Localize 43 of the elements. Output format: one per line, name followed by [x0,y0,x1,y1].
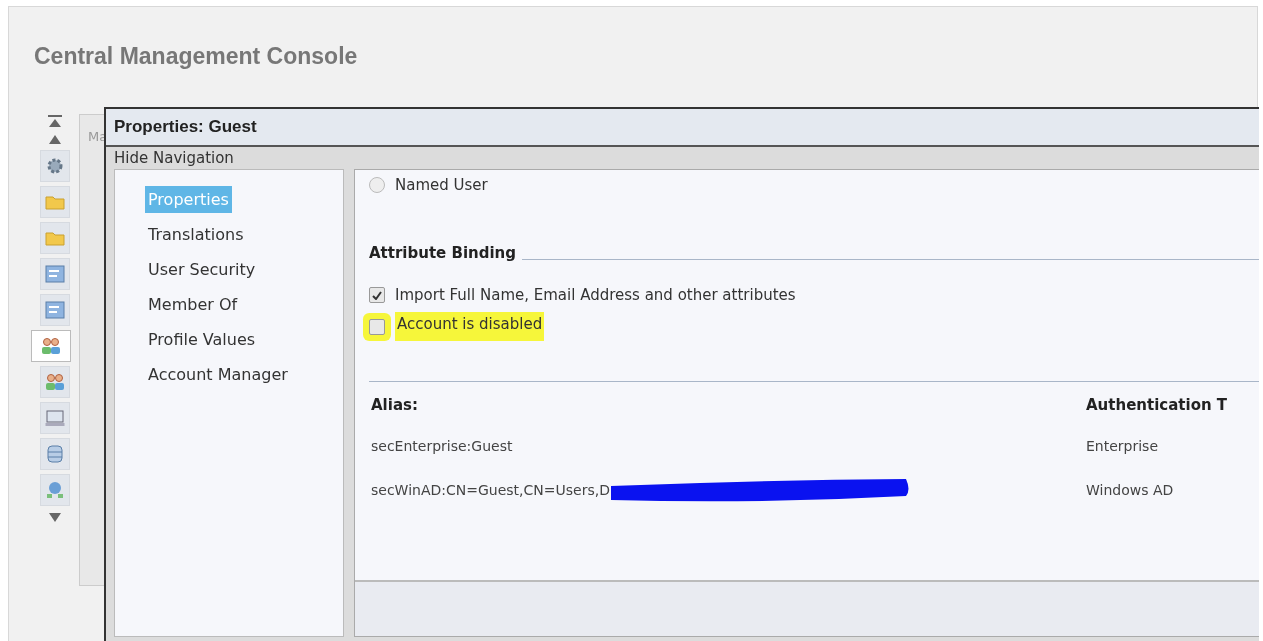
radio-button[interactable] [369,177,385,193]
report-icon [45,265,65,283]
folder-icon [45,194,65,210]
sidebar-icon-button[interactable] [40,222,70,254]
column-header: Authentication T [1086,396,1229,414]
sidebar-icon-button[interactable] [40,438,70,470]
checkmark-icon [372,290,382,300]
database-icon [46,444,64,464]
scroll-down-icon[interactable] [47,510,63,524]
checkbox-label: Import Full Name, Email Address and other attributes [395,286,796,304]
alias-text: secWinAD:CN=Guest,CN=Users,D [371,482,610,498]
sidebar-icon-button[interactable] [40,474,70,506]
radio-label: Named User [395,176,488,194]
sidebar-icon-button[interactable] [40,294,70,326]
monitor-icon [45,409,65,427]
sidebar-icon-button[interactable] [40,150,70,182]
network-icon [45,481,65,499]
alias-text: secEnterprise:Guest [371,438,513,454]
users-icon [40,337,62,355]
scroll-top-icon[interactable] [47,114,63,128]
checkbox[interactable] [369,287,385,303]
dialog-title: Properties: Guest [114,117,257,137]
nav-item[interactable]: Profile Values [145,326,259,353]
gear-icon [45,156,65,176]
hide-navigation-link[interactable]: Hide Navigation [106,147,1259,169]
sidebar-icon-button[interactable] [40,366,70,398]
section-heading: Attribute Binding [369,244,518,262]
checkbox-label: Account is disabled [395,312,545,341]
sidebar-icon-button[interactable] [40,186,70,218]
table-cell-text: Enterprise [1086,438,1160,454]
app-title: Central Management Console [33,42,359,70]
sidebar-icon-button[interactable] [40,402,70,434]
table-cell-text: Windows AD [1086,481,1175,500]
users-icon [44,373,66,391]
folder-icon [45,230,65,246]
sidebar-icon-button[interactable] [31,330,71,362]
nav-item[interactable]: Translations [145,221,247,248]
nav-item[interactable]: User Security [145,256,259,283]
report-icon [45,301,65,319]
nav-item[interactable]: Account Manager [145,361,291,388]
column-header: Alias: [371,396,419,414]
sidebar-icon-button[interactable] [40,258,70,290]
nav-item[interactable]: Member Of [145,291,241,318]
